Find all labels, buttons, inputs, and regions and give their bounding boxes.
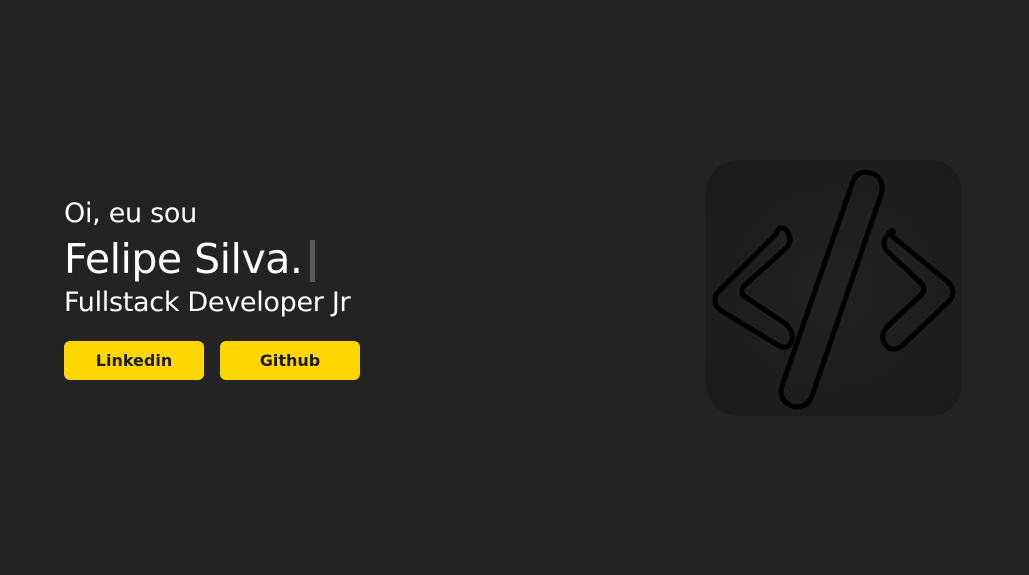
hero-intro: Oi, eu sou Felipe Silva. Fullstack Devel… — [64, 196, 360, 380]
typing-caret — [310, 240, 316, 282]
greeting-text: Oi, eu sou — [64, 198, 197, 229]
role-text: Fullstack Developer Jr — [64, 287, 351, 318]
social-buttons: Linkedin Github — [64, 341, 360, 380]
linkedin-button[interactable]: Linkedin — [64, 341, 204, 380]
code-logo-tile — [706, 160, 962, 416]
code-icon — [706, 160, 962, 416]
name-row: Felipe Silva. — [64, 234, 360, 284]
name-heading: Felipe Silva. — [64, 235, 303, 283]
github-button[interactable]: Github — [220, 341, 360, 380]
